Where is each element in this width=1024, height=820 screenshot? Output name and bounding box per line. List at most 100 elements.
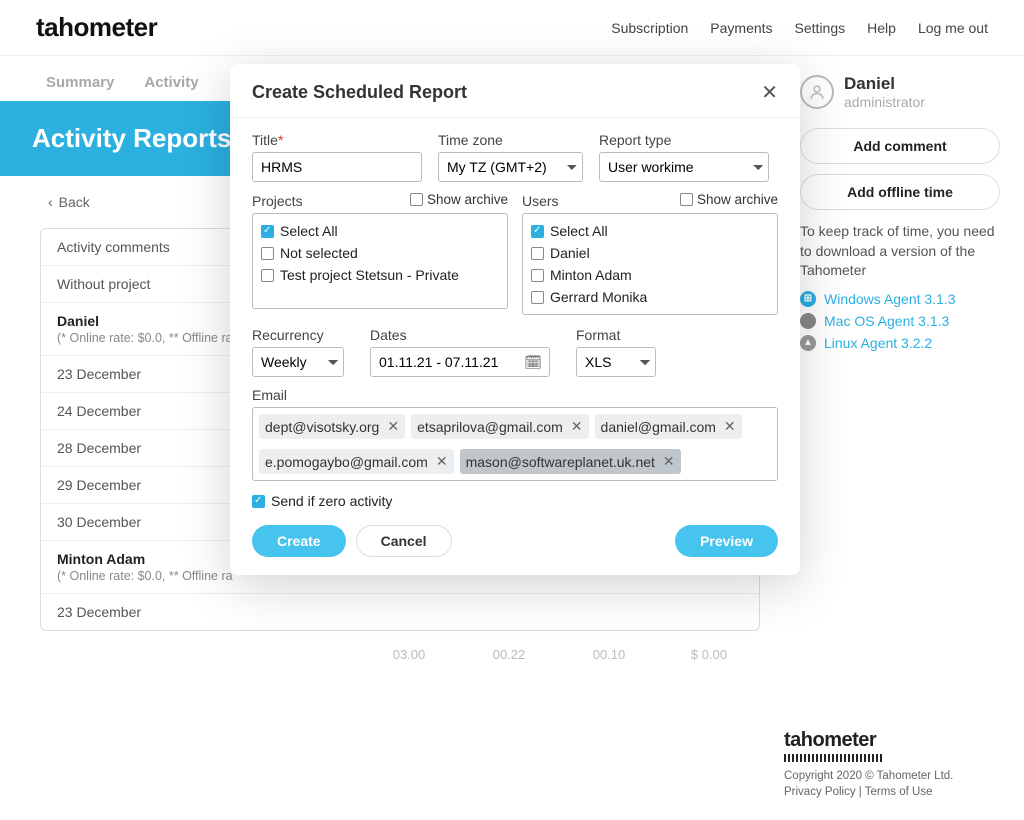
checkbox-icon	[261, 247, 274, 260]
recurrency-label: Recurrency	[252, 327, 344, 343]
agent-linux[interactable]: ▲ Linux Agent 3.2.2	[800, 335, 1008, 351]
timezone-label: Time zone	[438, 132, 583, 148]
checkbox-icon	[680, 193, 693, 206]
user-sub: (* Online rate: $0.0, ** Offline ra	[57, 331, 233, 345]
title-label: Title*	[252, 132, 422, 148]
ghost-d: $ 0.00	[674, 647, 744, 662]
timezone-select[interactable]: My TZ (GMT+2)	[438, 152, 583, 182]
dates-label: Dates	[370, 327, 550, 343]
agent-mac[interactable]: Mac OS Agent 3.1.3	[800, 313, 1008, 329]
ghost-c: 00.10	[574, 647, 644, 662]
dates-input[interactable]	[370, 347, 550, 377]
nav-settings[interactable]: Settings	[795, 20, 846, 36]
footer-brand: tahometer Copyright 2020 © Tahometer Ltd…	[784, 729, 1004, 800]
email-chip-input[interactable]: dept@visotsky.org✕ etsaprilova@gmail.com…	[252, 407, 778, 481]
apple-icon	[800, 313, 816, 329]
user-option-select-all[interactable]: Select All	[531, 220, 769, 242]
format-select[interactable]: XLS	[576, 347, 656, 377]
checkbox-icon	[531, 225, 544, 238]
projects-listbox[interactable]: Select All Not selected Test project Ste…	[252, 213, 508, 309]
format-label: Format	[576, 327, 656, 343]
create-scheduled-report-modal: Create Scheduled Report ✕ Title* Time zo…	[230, 64, 800, 575]
nav-subscription[interactable]: Subscription	[611, 20, 688, 36]
recurrency-select[interactable]: Weekly	[252, 347, 344, 377]
project-option-not-selected[interactable]: Not selected	[261, 242, 499, 264]
sidebar-user-name: Daniel	[844, 74, 925, 94]
report-type-select[interactable]: User workime	[599, 152, 769, 182]
send-if-zero-label: Send if zero activity	[271, 493, 392, 509]
agent-windows[interactable]: ⊞ Windows Agent 3.1.3	[800, 291, 1008, 307]
email-chip[interactable]: etsaprilova@gmail.com✕	[411, 414, 588, 439]
download-note: To keep track of time, you need to downl…	[800, 222, 1008, 281]
nav-help[interactable]: Help	[867, 20, 896, 36]
user-option[interactable]: Daniel	[531, 242, 769, 264]
email-chip[interactable]: dept@visotsky.org✕	[259, 414, 405, 439]
topbar: tahometer Subscription Payments Settings…	[0, 0, 1024, 56]
users-label: Users	[522, 193, 559, 209]
footer-links[interactable]: Privacy Policy | Terms of Use	[784, 784, 1004, 800]
user-label: Daniel	[57, 313, 99, 329]
footer-copyright: Copyright 2020 © Tahometer Ltd.	[784, 768, 1004, 784]
email-chip[interactable]: e.pomogaybo@gmail.com✕	[259, 449, 454, 474]
checkbox-icon	[261, 225, 274, 238]
back-label: Back	[59, 194, 90, 210]
email-chip[interactable]: daniel@gmail.com✕	[595, 414, 742, 439]
user-option[interactable]: Minton Adam	[531, 264, 769, 286]
add-comment-button[interactable]: Add comment	[800, 128, 1000, 164]
user-block: Daniel administrator	[800, 74, 1008, 110]
windows-icon: ⊞	[800, 291, 816, 307]
chevron-left-icon: ‹	[48, 194, 53, 210]
footer-logo: tahometer	[784, 729, 1004, 752]
tab-activity[interactable]: Activity	[144, 74, 198, 91]
logo: tahometer	[36, 12, 157, 43]
sidebar: Daniel administrator Add comment Add off…	[794, 56, 1024, 672]
remove-chip-icon[interactable]: ✕	[387, 418, 399, 435]
list-item[interactable]: 23 December	[41, 594, 759, 630]
checkbox-icon	[531, 247, 544, 260]
projects-label: Projects	[252, 193, 303, 209]
ghost-a: 03.00	[374, 647, 444, 662]
agent-mac-link[interactable]: Mac OS Agent 3.1.3	[824, 313, 949, 329]
checkbox-icon	[252, 495, 265, 508]
agent-windows-link[interactable]: Windows Agent 3.1.3	[824, 291, 956, 307]
barcode-decoration	[784, 754, 884, 762]
avatar-icon	[800, 75, 834, 109]
activity-totals-row: 03.00 00.22 00.10 $ 0.00	[40, 637, 760, 672]
create-button[interactable]: Create	[252, 525, 346, 557]
email-chip-selected[interactable]: mason@softwareplanet.uk.net✕	[460, 449, 681, 474]
checkbox-icon	[261, 269, 274, 282]
checkbox-icon	[531, 269, 544, 282]
checkbox-icon	[531, 291, 544, 304]
users-listbox[interactable]: Select All Daniel Minton Adam Gerrard Mo…	[522, 213, 778, 315]
report-type-label: Report type	[599, 132, 778, 148]
linux-icon: ▲	[800, 335, 816, 351]
add-offline-button[interactable]: Add offline time	[800, 174, 1000, 210]
remove-chip-icon[interactable]: ✕	[436, 453, 448, 470]
ghost-b: 00.22	[474, 647, 544, 662]
remove-chip-icon[interactable]: ✕	[724, 418, 736, 435]
title-input[interactable]	[252, 152, 422, 182]
calendar-icon[interactable]: 🗓	[524, 354, 542, 371]
tab-summary[interactable]: Summary	[46, 74, 114, 91]
remove-chip-icon[interactable]: ✕	[663, 453, 675, 470]
cancel-button[interactable]: Cancel	[356, 525, 452, 557]
user-label: Minton Adam	[57, 551, 145, 567]
remove-chip-icon[interactable]: ✕	[571, 418, 583, 435]
email-label: Email	[252, 387, 778, 403]
preview-button[interactable]: Preview	[675, 525, 778, 557]
users-show-archive[interactable]: Show archive	[680, 192, 778, 207]
close-icon[interactable]: ✕	[761, 83, 778, 103]
project-option-select-all[interactable]: Select All	[261, 220, 499, 242]
user-option[interactable]: Gerrard Monika	[531, 286, 769, 308]
sidebar-user-role: administrator	[844, 94, 925, 110]
nav-payments[interactable]: Payments	[710, 20, 772, 36]
projects-show-archive[interactable]: Show archive	[410, 192, 508, 207]
top-nav: Subscription Payments Settings Help Log …	[611, 20, 988, 36]
nav-logout[interactable]: Log me out	[918, 20, 988, 36]
project-option-test-project[interactable]: Test project Stetsun - Private	[261, 264, 499, 286]
checkbox-icon	[410, 193, 423, 206]
modal-title: Create Scheduled Report	[252, 82, 467, 103]
agent-linux-link[interactable]: Linux Agent 3.2.2	[824, 335, 932, 351]
user-sub: (* Online rate: $0.0, ** Offline ra	[57, 569, 233, 583]
send-if-zero-checkbox[interactable]: Send if zero activity	[252, 493, 778, 509]
